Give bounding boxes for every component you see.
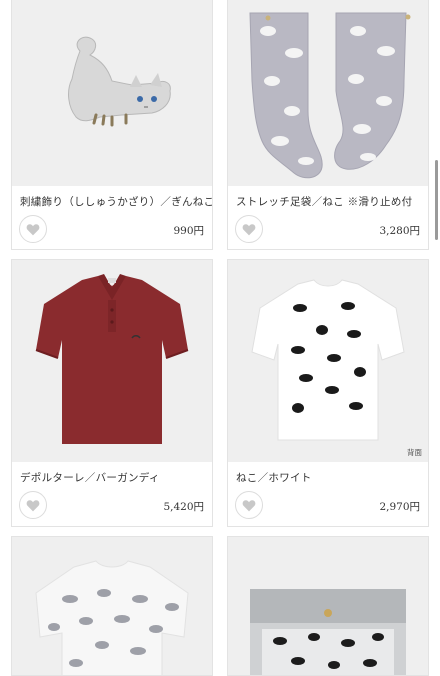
product-price: 990円	[173, 225, 204, 237]
product-image[interactable]: 背面	[228, 260, 428, 462]
product-price: 2,970円	[379, 501, 420, 513]
product-title[interactable]: ストレッチ足袋／ねこ ※滑り止め付	[236, 194, 412, 209]
product-card[interactable]: デポルターレ／バーガンディ 5,420円	[11, 259, 213, 527]
product-title[interactable]: ねこ／ホワイト	[236, 470, 312, 485]
favorite-button[interactable]	[235, 491, 263, 519]
product-image[interactable]	[228, 537, 428, 675]
heart-icon	[26, 499, 40, 511]
product-card[interactable]	[11, 536, 213, 676]
back-view-badge: 背面	[407, 448, 422, 457]
product-title[interactable]: デポルターレ／バーガンディ	[20, 470, 160, 485]
heart-icon	[26, 223, 40, 235]
favorite-button[interactable]	[19, 215, 47, 243]
heart-icon	[242, 223, 256, 235]
heart-icon	[242, 499, 256, 511]
favorite-button[interactable]	[19, 491, 47, 519]
product-image[interactable]	[12, 0, 212, 186]
product-card[interactable]: 背面 ねこ／ホワイト 2,970円	[227, 259, 429, 527]
product-image[interactable]	[12, 537, 212, 675]
product-card[interactable]	[227, 536, 429, 676]
product-card[interactable]: ストレッチ足袋／ねこ ※滑り止め付 3,280円	[227, 0, 429, 250]
product-title[interactable]: 刺繍飾り（ししゅうかざり）／ぎんねこ	[20, 194, 212, 209]
product-price: 5,420円	[163, 501, 204, 513]
scrollbar[interactable]	[435, 160, 438, 240]
favorite-button[interactable]	[235, 215, 263, 243]
product-image[interactable]	[228, 0, 428, 186]
product-card[interactable]: 刺繍飾り（ししゅうかざり）／ぎんねこ 990円	[11, 0, 213, 250]
product-price: 3,280円	[379, 225, 420, 237]
product-grid: 刺繍飾り（ししゅうかざり）／ぎんねこ 990円 ストレッチ足袋／ねこ ※滑り止め…	[0, 0, 440, 676]
product-image[interactable]	[12, 260, 212, 462]
